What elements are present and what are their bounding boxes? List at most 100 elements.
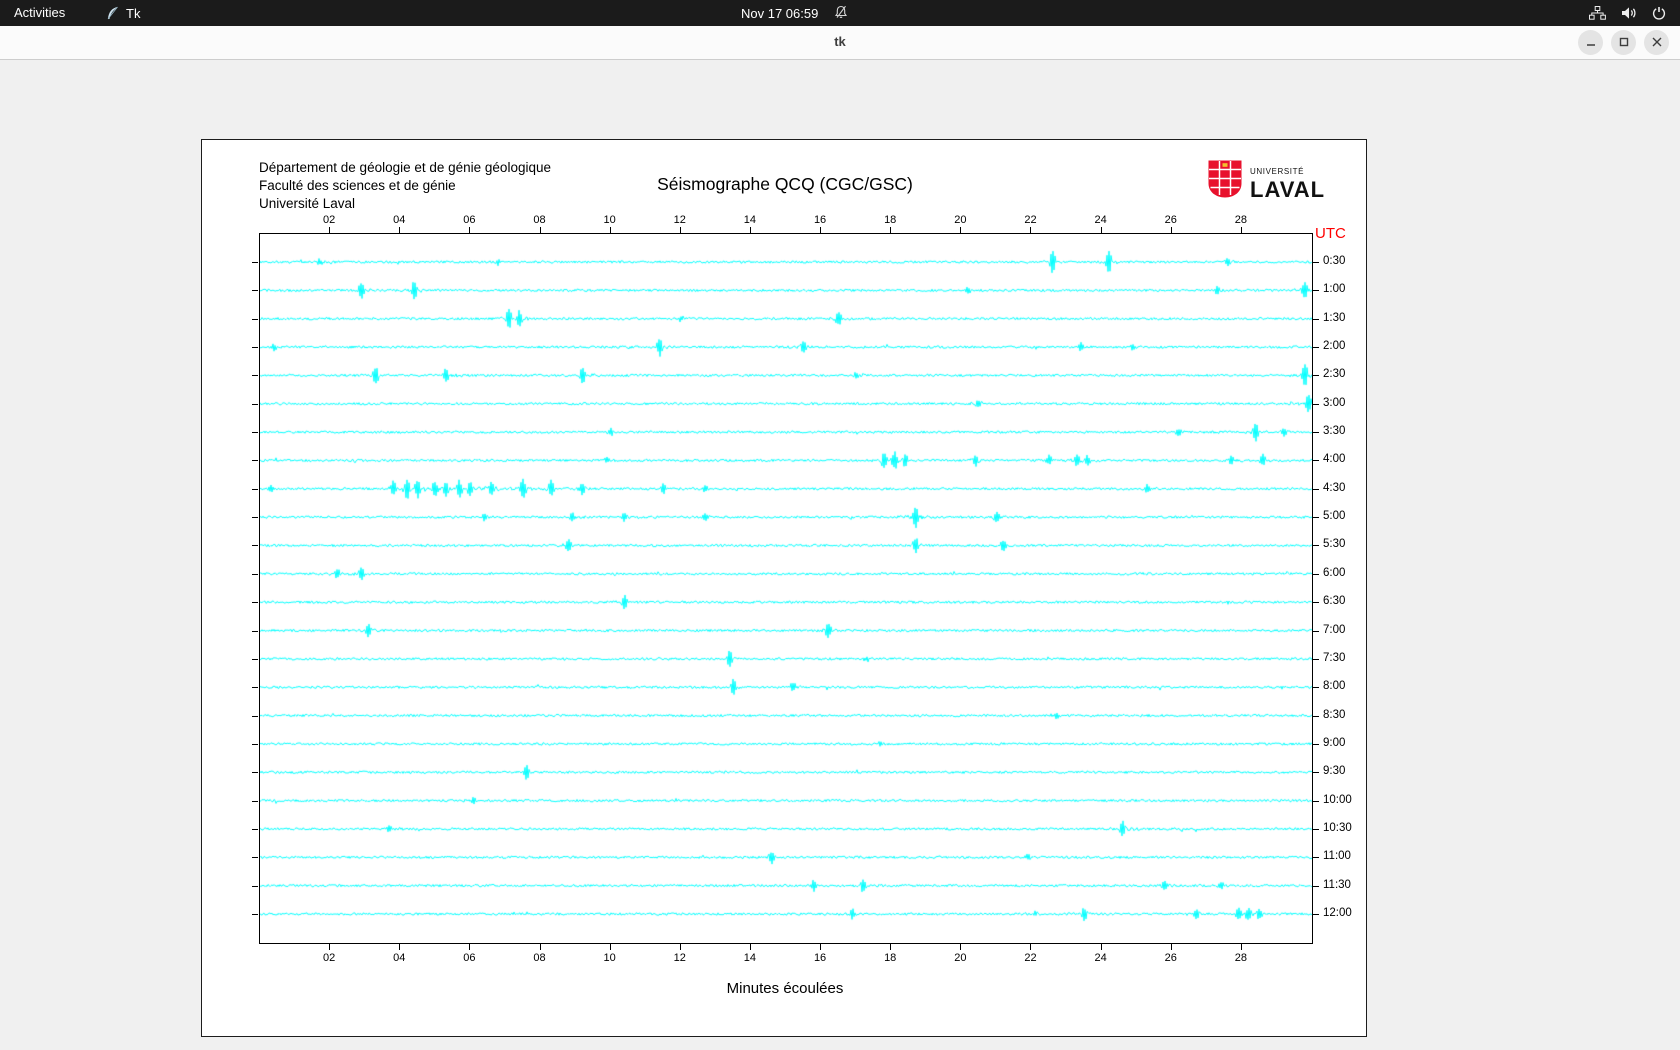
clock-button[interactable]: Nov 17 06:59: [741, 6, 818, 21]
x-tick-label-top: 22: [1024, 214, 1037, 226]
chart-title: Séismographe QCQ (CGC/GSC): [657, 174, 913, 194]
row-tick-left: [252, 857, 258, 859]
row-tick-left: [252, 602, 258, 604]
maximize-button[interactable]: [1611, 30, 1636, 55]
utc-row-label: 5:00: [1323, 510, 1346, 523]
row-tick-left: [252, 573, 258, 575]
utc-row-label: 7:30: [1323, 651, 1346, 664]
row-tick-left: [252, 290, 258, 292]
x-tick-label-top: 02: [323, 214, 336, 226]
close-icon: [1652, 35, 1662, 50]
x-tick-label-top: 20: [954, 214, 967, 226]
x-tick-label-top: 12: [673, 214, 686, 226]
utc-row-label: 1:00: [1323, 283, 1346, 296]
activities-button[interactable]: Activities: [14, 0, 65, 26]
utc-row-label: 5:30: [1323, 538, 1346, 551]
logo-line-2: LAVAL: [1250, 177, 1326, 202]
x-tick-label-top: 04: [393, 214, 406, 226]
x-tick-mark-top: [890, 227, 892, 233]
x-tick-label-top: 08: [533, 214, 546, 226]
x-tick-label-bottom: 18: [884, 952, 897, 964]
row-tick-right: [1313, 517, 1319, 519]
window-titlebar[interactable]: tk: [0, 26, 1680, 60]
x-tick-mark-top: [679, 227, 681, 233]
row-tick-left: [252, 460, 258, 462]
x-tick-mark-top: [820, 227, 822, 233]
top-bar: Activities Tk Nov 17 06:59: [0, 0, 1680, 26]
x-tick-label-top: 10: [603, 214, 616, 226]
x-tick-label-top: 24: [1094, 214, 1107, 226]
row-tick-right: [1313, 828, 1319, 830]
row-tick-right: [1313, 347, 1319, 349]
system-status-icons[interactable]: [1589, 0, 1666, 26]
x-axis-title: Minutes écoulées: [726, 980, 844, 997]
x-tick-mark-bottom: [679, 944, 681, 950]
minimize-button[interactable]: [1578, 30, 1603, 55]
close-button[interactable]: [1644, 30, 1669, 55]
row-tick-left: [252, 432, 258, 434]
row-tick-right: [1313, 602, 1319, 604]
x-tick-mark-top: [399, 227, 401, 233]
utc-row-label: 3:30: [1323, 425, 1346, 438]
row-tick-right: [1313, 432, 1319, 434]
x-tick-label-bottom: 20: [954, 952, 967, 964]
x-tick-mark-top: [749, 227, 751, 233]
x-tick-mark-top: [960, 227, 962, 233]
x-tick-mark-top: [1240, 227, 1242, 233]
x-tick-label-bottom: 04: [393, 952, 406, 964]
x-tick-mark-bottom: [890, 944, 892, 950]
logo-line-1: UNIVERSITÉ: [1250, 167, 1305, 176]
tk-feather-icon: [106, 6, 119, 21]
row-tick-right: [1313, 857, 1319, 859]
x-tick-label-bottom: 08: [533, 952, 546, 964]
row-tick-left: [252, 488, 258, 490]
minimize-icon: [1586, 35, 1596, 50]
app-indicator[interactable]: Tk: [106, 0, 140, 26]
x-tick-label-top: 14: [743, 214, 757, 226]
utc-row-label: 10:30: [1323, 821, 1352, 834]
utc-row-label: 12:00: [1323, 907, 1352, 919]
row-tick-right: [1313, 658, 1319, 660]
laval-shield-icon: [1208, 160, 1242, 203]
x-tick-label-bottom: 28: [1234, 952, 1247, 964]
x-tick-mark-bottom: [749, 944, 751, 950]
row-tick-right: [1313, 914, 1319, 915]
utc-row-label: 4:30: [1323, 481, 1346, 494]
x-tick-mark-top: [609, 227, 611, 233]
utc-row-label: 6:00: [1323, 566, 1346, 579]
laval-wordmark: UNIVERSITÉ LAVAL: [1250, 160, 1325, 203]
row-tick-right: [1313, 800, 1319, 802]
x-tick-label-top: 06: [463, 214, 476, 226]
x-tick-label-bottom: 06: [463, 952, 476, 964]
seismogram-traces-canvas: [260, 234, 1312, 943]
row-tick-left: [252, 885, 258, 887]
seismograph-card: Département de géologie et de génie géol…: [201, 139, 1367, 1037]
row-tick-right: [1313, 545, 1319, 547]
institution-line-3: Université Laval: [259, 196, 356, 211]
notifications-muted-icon: [834, 5, 848, 22]
x-tick-label-bottom: 02: [323, 952, 336, 964]
x-tick-mark-bottom: [539, 944, 541, 950]
x-tick-label-bottom: 16: [813, 952, 827, 964]
x-tick-label-bottom: 10: [603, 952, 616, 964]
row-tick-right: [1313, 715, 1319, 717]
utc-row-label: 11:30: [1323, 878, 1351, 891]
x-tick-mark-bottom: [820, 944, 822, 950]
row-tick-right: [1313, 630, 1319, 632]
row-tick-left: [252, 658, 258, 660]
x-tick-mark-top: [329, 227, 331, 233]
utc-row-label: 2:30: [1323, 368, 1346, 381]
row-tick-right: [1313, 375, 1319, 377]
row-tick-right: [1313, 743, 1319, 745]
row-tick-right: [1313, 262, 1319, 263]
row-tick-right: [1313, 460, 1319, 462]
x-tick-mark-bottom: [469, 944, 471, 950]
window-controls: [1578, 30, 1669, 55]
x-tick-mark-bottom: [1030, 944, 1032, 950]
row-tick-right: [1313, 772, 1319, 774]
row-tick-right: [1313, 290, 1319, 292]
row-tick-left: [252, 715, 258, 717]
volume-icon: [1621, 6, 1637, 20]
utc-row-label: 6:30: [1323, 595, 1346, 608]
x-tick-mark-top: [1100, 227, 1102, 233]
